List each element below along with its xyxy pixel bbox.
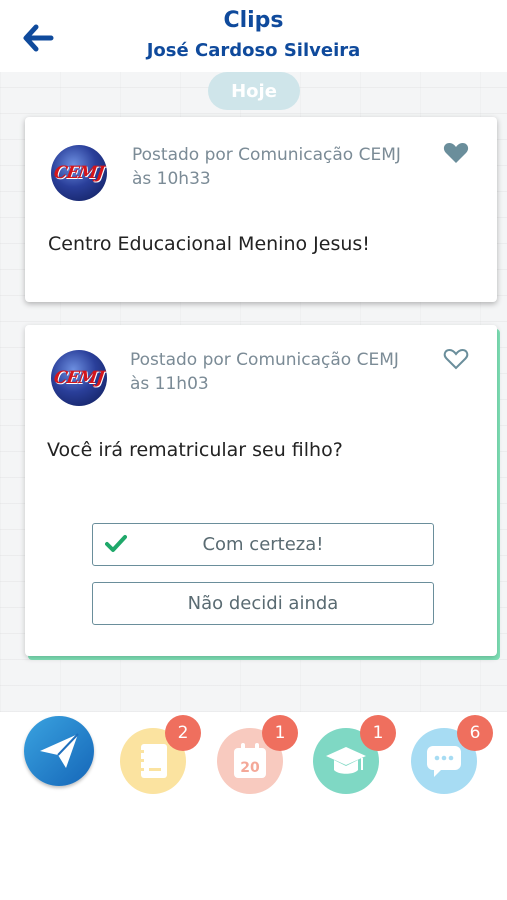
avatar-logo-text: CEMJ bbox=[52, 163, 106, 183]
clips-feed[interactable]: Hoje CEMJ Postado por Comunicação CEMJ à… bbox=[0, 72, 507, 712]
post-message: Você irá rematricular seu filho? bbox=[47, 439, 343, 461]
poll-option-label: Não decidi ainda bbox=[187, 593, 339, 614]
post-author: Postado por Comunicação CEMJ bbox=[132, 145, 401, 165]
post-time: às 10h33 bbox=[132, 169, 211, 189]
page-title: Clips bbox=[223, 8, 284, 33]
page-subtitle: José Cardoso Silveira bbox=[146, 40, 361, 61]
agenda-badge: 2 bbox=[165, 715, 201, 751]
avatar: CEMJ bbox=[51, 350, 107, 406]
poll-option-label: Com certeza! bbox=[202, 534, 324, 555]
chat-badge: 6 bbox=[457, 715, 493, 751]
check-icon bbox=[105, 535, 127, 552]
chat-bubble-icon bbox=[427, 746, 461, 777]
calendar-day: 20 bbox=[240, 760, 260, 776]
calendar-icon: 20 bbox=[234, 743, 266, 778]
post-card: CEMJ Postado por Comunicação CEMJ às 10h… bbox=[25, 117, 497, 302]
post-time: às 11h03 bbox=[130, 374, 209, 394]
paper-plane-icon bbox=[40, 733, 79, 768]
like-button[interactable] bbox=[443, 347, 469, 371]
heart-filled-icon bbox=[443, 143, 469, 163]
bottom-navigation: 2 20 1 1 6 bbox=[0, 712, 507, 900]
notebook-icon bbox=[138, 744, 167, 778]
post-message: Centro Educacional Menino Jesus! bbox=[48, 233, 370, 255]
app-header: Clips José Cardoso Silveira bbox=[0, 0, 507, 72]
calendar-badge: 1 bbox=[262, 715, 298, 751]
avatar: CEMJ bbox=[51, 145, 107, 201]
poll-option-yes[interactable]: Com certeza! bbox=[92, 523, 434, 566]
school-badge: 1 bbox=[360, 715, 396, 751]
heart-outline-icon bbox=[443, 348, 469, 370]
graduation-cap-icon bbox=[326, 747, 366, 774]
date-separator: Hoje bbox=[208, 72, 300, 110]
avatar-logo-text: CEMJ bbox=[52, 368, 106, 388]
like-button[interactable] bbox=[443, 141, 469, 165]
poll-option-undecided[interactable]: Não decidi ainda bbox=[92, 582, 434, 625]
post-author: Postado por Comunicação CEMJ bbox=[130, 350, 399, 370]
nav-send-button[interactable] bbox=[24, 716, 94, 786]
post-card: CEMJ Postado por Comunicação CEMJ às 11h… bbox=[25, 325, 497, 656]
